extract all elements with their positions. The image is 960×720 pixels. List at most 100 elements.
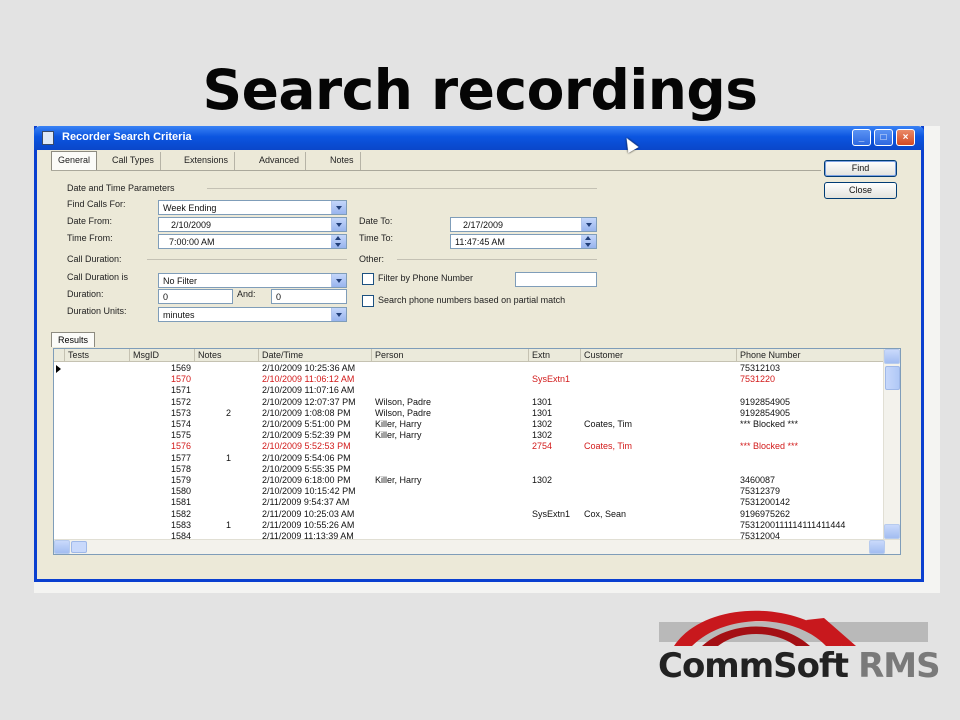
scroll-thumb[interactable] (71, 541, 87, 553)
cell-notes: 2 (226, 407, 232, 418)
cell-msgid: 1571 (171, 385, 192, 396)
cell-extn: 1301 (532, 407, 553, 418)
tab-call-types[interactable]: Call Types (106, 152, 161, 170)
table-row[interactable]: 1572 2/10/2009 12:07:37 PM Wilson, Padre 13… (54, 397, 882, 408)
table-row[interactable]: 1582 2/11/2009 10:25:03 AM SysExtn1 Cox, Se… (54, 509, 882, 520)
chevron-down-icon[interactable] (581, 218, 596, 231)
date-to-picker[interactable]: 2/17/2009 (450, 217, 597, 232)
cell-datetime: 2/10/2009 5:52:53 PM (262, 441, 351, 452)
chevron-down-icon[interactable] (331, 218, 346, 231)
vertical-scrollbar[interactable] (883, 349, 900, 539)
filter-phone-input[interactable] (515, 272, 597, 287)
table-row[interactable]: 1577 1 2/10/2009 5:54:06 PM (54, 453, 882, 464)
table-row[interactable]: 1579 2/10/2009 6:18:00 PM Killer, Harry 130… (54, 475, 882, 486)
tab-advanced[interactable]: Advanced (253, 152, 307, 170)
group-divider (397, 259, 597, 260)
maximize-button[interactable]: □ (874, 129, 893, 146)
chevron-down-icon[interactable] (331, 201, 346, 214)
find-calls-for-select[interactable]: Week Ending (158, 200, 347, 215)
cell-phone: 75312379 (740, 486, 781, 497)
cell-notes: 1 (226, 452, 232, 463)
close-window-button[interactable]: × (896, 129, 915, 146)
col-notes[interactable]: Notes (194, 349, 225, 362)
grid-header: Tests MsgID Notes Date/Time Person Extn … (54, 349, 900, 362)
app-icon (42, 131, 54, 145)
duration-and-input[interactable]: 0 (271, 289, 347, 304)
duration-units-select[interactable]: minutes (158, 307, 347, 322)
group-divider (207, 188, 597, 189)
cell-datetime: 2/10/2009 10:25:36 AM (262, 363, 356, 373)
results-grid: Tests MsgID Notes Date/Time Person Extn … (53, 348, 901, 555)
cell-notes: 1 (226, 519, 232, 530)
table-row[interactable]: 1580 2/10/2009 10:15:42 PM 75312379 (54, 486, 882, 497)
cell-msgid: 1574 (171, 419, 192, 429)
cell-customer: Cox, Sean (584, 508, 627, 519)
cell-phone: 7531200111114111411444 (740, 519, 846, 530)
table-row[interactable]: 1571 2/10/2009 11:07:16 AM (54, 385, 882, 396)
horizontal-scrollbar[interactable] (54, 539, 900, 554)
cell-msgid: 1581 (171, 497, 192, 508)
table-row[interactable]: 1569 2/10/2009 10:25:36 AM 75312103 (54, 363, 882, 374)
cell-datetime: 2/10/2009 5:55:35 PM (262, 463, 351, 474)
tab-extensions[interactable]: Extensions (178, 152, 236, 170)
col-msgid[interactable]: MsgID (129, 349, 162, 362)
table-row[interactable]: 1574 2/10/2009 5:51:00 PM Killer, Harry 130… (54, 419, 882, 430)
cell-datetime: 2/11/2009 10:25:03 AM (262, 508, 355, 519)
cell-msgid: 1575 (171, 430, 192, 441)
call-duration-is-label: Call Duration is (67, 272, 129, 282)
col-datetime[interactable]: Date/Time (258, 349, 306, 362)
call-duration-select[interactable]: No Filter (158, 273, 347, 288)
scroll-thumb[interactable] (885, 366, 900, 390)
date-to-value: 2/17/2009 (463, 220, 504, 230)
cell-datetime: 2/10/2009 5:52:39 PM (262, 430, 351, 441)
cell-msgid: 1582 (171, 508, 192, 519)
col-phone-number[interactable]: Phone Number (736, 349, 882, 362)
table-row[interactable]: 1583 1 2/11/2009 10:55:26 AM 75312001111141… (54, 520, 882, 531)
date-to-label: Date To: (359, 216, 393, 226)
tab-results[interactable]: Results (51, 332, 96, 347)
table-row[interactable]: 1570 2/10/2009 11:06:12 AM SysExtn1 7531220 (54, 374, 882, 385)
col-tests[interactable]: Tests (64, 349, 92, 362)
scroll-left-icon[interactable] (54, 540, 70, 554)
minimize-button[interactable]: _ (852, 129, 871, 146)
cell-msgid: 1576 (171, 441, 192, 452)
table-row[interactable]: 1573 2 2/10/2009 1:08:08 PM Wilson, Padre 13… (54, 408, 882, 419)
scroll-down-icon[interactable] (884, 524, 900, 539)
filter-phone-checkbox[interactable] (362, 273, 374, 285)
cell-datetime: 2/10/2009 5:51:00 PM (262, 419, 351, 429)
cell-datetime: 2/10/2009 11:07:16 AM (262, 385, 355, 396)
time-from-spinner[interactable]: 7:00:00 AM (158, 234, 347, 249)
scroll-right-icon[interactable] (869, 540, 885, 554)
cell-msgid: 1580 (171, 486, 192, 497)
col-person[interactable]: Person (371, 349, 407, 362)
screenshot-frame: Recorder Search Criteria _ □ × General C… (34, 126, 940, 593)
cell-customer: Coates, Tim (584, 419, 633, 429)
logo-text-sub: RMS (858, 646, 941, 686)
table-row[interactable]: 1575 2/10/2009 5:52:39 PM Killer, Harry 130… (54, 430, 882, 441)
table-row[interactable]: 1581 2/11/2009 9:54:37 AM 7531200142 (54, 497, 882, 508)
cell-extn: SysExtn1 (532, 508, 571, 519)
chevron-down-icon[interactable] (331, 308, 346, 321)
spinner-arrows-icon[interactable] (331, 235, 346, 248)
window-titlebar[interactable]: Recorder Search Criteria _ □ × (34, 126, 924, 154)
date-from-picker[interactable]: 2/10/2009 (158, 217, 347, 232)
chevron-down-icon[interactable] (331, 274, 346, 287)
close-button[interactable]: Close (824, 182, 897, 199)
spinner-arrows-icon[interactable] (581, 235, 596, 248)
time-to-spinner[interactable]: 11:47:45 AM (450, 234, 597, 249)
col-extn[interactable]: Extn (528, 349, 553, 362)
tab-notes[interactable]: Notes (324, 152, 361, 170)
partial-match-checkbox[interactable] (362, 295, 374, 307)
cell-person: Wilson, Padre (375, 396, 432, 407)
duration-input[interactable]: 0 (158, 289, 233, 304)
cell-phone: 9196975262 (740, 508, 791, 519)
date-from-value: 2/10/2009 (171, 220, 212, 230)
cell-phone: 7531220 (740, 374, 776, 385)
find-button[interactable]: Find (824, 160, 897, 177)
scroll-up-icon[interactable] (884, 349, 900, 364)
table-row[interactable]: 1578 2/10/2009 5:55:35 PM (54, 464, 882, 475)
table-row[interactable]: 1576 2/10/2009 5:52:53 PM 2754 Coates, Tim *… (54, 441, 882, 452)
col-customer[interactable]: Customer (580, 349, 626, 362)
cell-msgid: 1570 (171, 374, 192, 385)
tab-general[interactable]: General (51, 151, 98, 170)
